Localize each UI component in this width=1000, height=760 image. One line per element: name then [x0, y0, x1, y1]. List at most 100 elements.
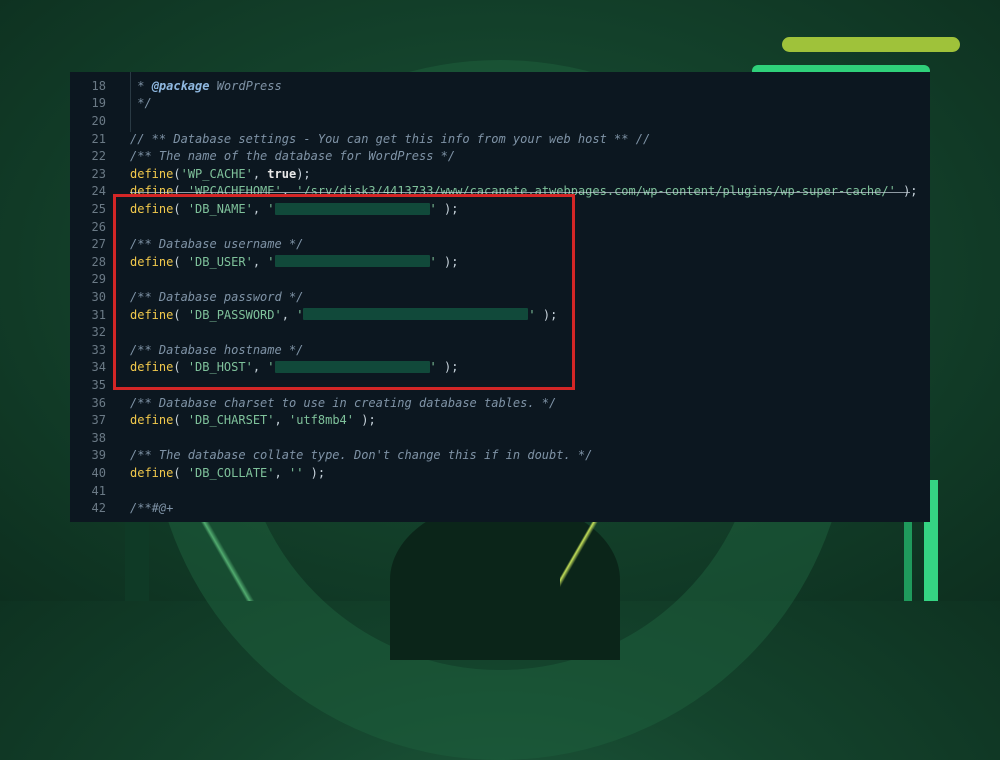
code-token: ' — [296, 307, 304, 322]
code-token: define — [130, 202, 174, 216]
code-line[interactable]: 31 define( 'DB_PASSWORD', ' ' ); — [70, 307, 930, 325]
code-token: ' — [267, 360, 275, 375]
code-line[interactable]: 20 — [70, 113, 930, 131]
code-token: ' — [429, 360, 437, 375]
code-text: define( 'DB_CHARSET', 'utf8mb4' ); — [130, 412, 376, 430]
code-token: ); — [354, 413, 376, 428]
code-line[interactable]: 29 — [70, 271, 930, 289]
code-token: ( — [173, 307, 188, 322]
line-number: 37 — [91, 413, 106, 428]
code-line[interactable]: 22 /** The name of the database for WordP… — [70, 148, 930, 166]
code-editor[interactable]: 18 * @package WordPress 19 */20 21// ** Da… — [70, 72, 930, 522]
code-token: 'WP_CACHE' — [180, 166, 253, 181]
line-number: 35 — [91, 378, 106, 392]
background-shine — [180, 522, 300, 601]
code-line[interactable]: 26 — [70, 219, 930, 237]
code-line[interactable]: 19 */ — [70, 95, 930, 113]
code-token: ); — [436, 254, 459, 269]
code-line[interactable]: 24define( 'WPCACHEHOME', '/srv/disk3/441… — [70, 183, 930, 201]
code-token: * — [130, 78, 152, 93]
background-shine — [560, 522, 620, 601]
code-token: , — [252, 254, 268, 269]
code-text: * @package WordPress — [130, 78, 282, 96]
code-text: */ — [130, 95, 151, 113]
code-line[interactable]: 41 — [70, 483, 930, 501]
strikethrough-line — [130, 192, 910, 194]
code-token: 'utf8mb4' — [288, 413, 354, 428]
code-text: /** Database username */ — [130, 236, 303, 254]
code-line[interactable]: 28 define( 'DB_USER', ' ' ); — [70, 254, 930, 272]
line-number: 39 — [91, 448, 106, 463]
line-number: 40 — [91, 466, 106, 480]
code-line[interactable]: 32 — [70, 324, 930, 342]
code-line[interactable]: 33 /** Database hostname */ — [70, 342, 930, 360]
code-text: define( 'DB_NAME', ' ' ); — [130, 201, 458, 219]
code-line[interactable]: 27 /** Database username */ — [70, 236, 930, 254]
code-token: WordPress — [209, 78, 282, 93]
code-token: , — [274, 413, 289, 428]
code-text: define( 'DB_PASSWORD', ' ' ); — [130, 307, 557, 325]
code-token: , — [252, 202, 268, 216]
line-number: 27 — [91, 237, 106, 252]
code-token: 'DB_NAME' — [187, 202, 253, 216]
code-token: ' — [429, 254, 437, 269]
code-text: define( 'DB_HOST', ' ' ); — [130, 359, 458, 377]
code-token: ' — [267, 254, 275, 269]
background-stripe — [782, 37, 960, 52]
code-line[interactable]: 21 // ** Database settings - You can get … — [70, 131, 930, 149]
line-number: 28 — [91, 254, 106, 269]
redacted-value — [303, 308, 529, 321]
code-text: define('WP_CACHE', true); — [130, 166, 311, 184]
code-line[interactable]: 23 define('WP_CACHE', true); — [70, 166, 930, 184]
code-text: /** Database charset to use in creating … — [130, 395, 556, 413]
line-number: 33 — [91, 342, 106, 357]
code-token: true — [267, 166, 297, 181]
code-text: define( 'DB_USER', ' ' ); — [130, 254, 458, 272]
code-token: ( — [173, 413, 188, 428]
code-token: '' — [288, 466, 304, 480]
line-number: 26 — [91, 219, 106, 234]
redacted-value — [274, 360, 430, 373]
code-line[interactable]: 18 * @package WordPress — [70, 78, 930, 96]
code-text: /** Database password */ — [130, 289, 303, 307]
redacted-value — [274, 255, 430, 268]
line-number: 30 — [91, 290, 106, 304]
code-line[interactable]: 36 /** Database charset to use in creatin… — [70, 395, 930, 413]
code-token: 'DB_COLLATE' — [187, 466, 275, 480]
code-token: ' — [528, 307, 536, 322]
code-line[interactable]: 42 /**#@+ — [70, 500, 930, 518]
code-token: ' — [267, 202, 275, 216]
code-token: 'DB_PASSWORD' — [187, 307, 282, 322]
code-token: , — [252, 166, 268, 181]
code-token: define — [130, 166, 174, 181]
code-token: ); — [296, 166, 311, 181]
code-line[interactable]: 37 define( 'DB_CHARSET', 'utf8mb4' ); — [70, 412, 930, 430]
code-token: ); — [535, 307, 558, 322]
code-text: // ** Database settings - You can get th… — [130, 131, 650, 149]
line-number: 32 — [91, 325, 106, 340]
line-number: 19 — [91, 96, 106, 111]
code-token: /** The database collate type. Don't cha… — [130, 448, 593, 463]
code-token: ); — [436, 360, 459, 375]
code-token: @package — [151, 78, 210, 93]
code-token: ( — [173, 466, 188, 480]
code-token: 'DB_HOST' — [187, 360, 253, 375]
code-line[interactable]: 34 define( 'DB_HOST', ' ' ); — [70, 359, 930, 377]
code-line[interactable]: 39 /** The database collate type. Don't c… — [70, 447, 930, 465]
line-number: 20 — [91, 114, 106, 128]
code-token: define — [130, 307, 174, 322]
code-line[interactable]: 35 — [70, 377, 930, 395]
code-token: /** The name of the database for WordPre… — [130, 149, 456, 164]
line-number: 29 — [91, 272, 106, 287]
code-line[interactable]: 40 define( 'DB_COLLATE', '' ); — [70, 465, 930, 483]
line-number: 21 — [91, 131, 106, 146]
code-token: /** Database username */ — [130, 237, 304, 252]
code-token: , — [274, 466, 289, 480]
code-line[interactable]: 25 define( 'DB_NAME', ' ' ); — [70, 201, 930, 219]
code-token: /** Database password */ — [130, 290, 304, 304]
line-number: 25 — [91, 202, 106, 216]
code-line[interactable]: 30 /** Database password */ — [70, 289, 930, 307]
code-line[interactable]: 38 — [70, 430, 930, 448]
line-number: 42 — [91, 501, 106, 516]
code-text: define( 'DB_COLLATE', '' ); — [130, 465, 325, 483]
